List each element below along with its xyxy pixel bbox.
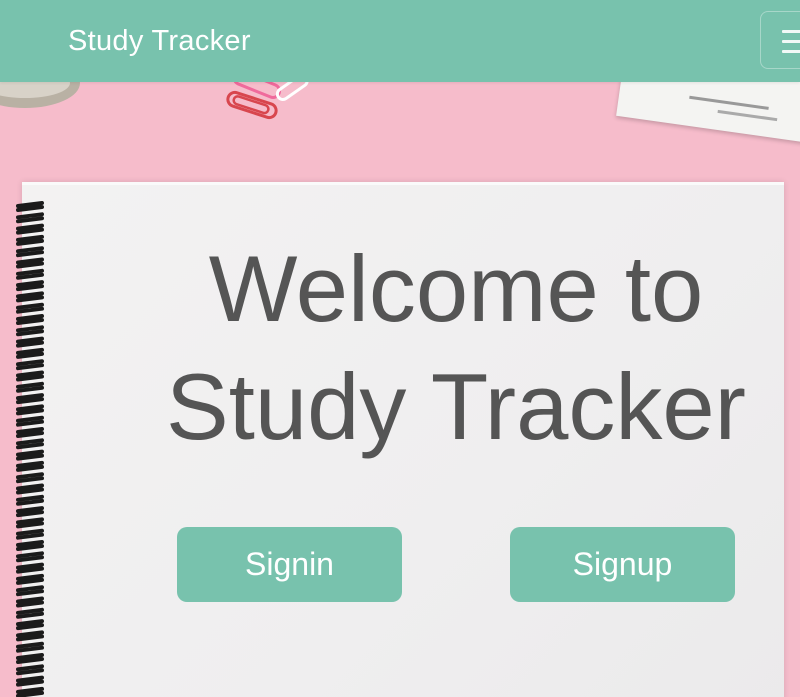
spiral-ring	[16, 381, 44, 393]
spiral-ring	[16, 415, 44, 427]
welcome-heading: Welcome to Study Tracker	[100, 230, 800, 466]
spiral-ring	[16, 551, 44, 563]
spiral-ring	[16, 291, 44, 303]
spiral-ring	[16, 573, 44, 585]
spiral-ring	[16, 234, 44, 246]
spiral-ring	[16, 528, 44, 540]
spiral-ring	[16, 370, 44, 382]
spiral-ring	[16, 223, 44, 235]
spiral-ring	[16, 494, 44, 506]
spiral-ring	[16, 653, 44, 664]
spiral-ring	[16, 268, 44, 280]
signin-button[interactable]: Signin	[177, 527, 402, 602]
spiral-ring	[16, 675, 44, 687]
spiral-ring	[16, 359, 44, 371]
hamburger-menu-icon	[782, 40, 800, 43]
hamburger-menu-icon	[782, 50, 800, 53]
spiral-ring	[16, 664, 44, 676]
spiral-ring	[16, 302, 44, 314]
spiral-ring	[16, 280, 44, 292]
welcome-heading-line-2: Study Tracker	[166, 354, 746, 459]
spiral-ring	[16, 325, 44, 337]
spiral-ring	[16, 641, 44, 653]
spiral-ring	[16, 347, 44, 359]
hamburger-menu-icon	[782, 30, 800, 33]
notebook-spiral-binding	[16, 201, 44, 697]
spiral-ring	[16, 596, 44, 608]
spiral-ring	[16, 336, 44, 348]
signup-button[interactable]: Signup	[510, 527, 735, 602]
spiral-ring	[16, 562, 44, 574]
spiral-ring	[16, 201, 44, 212]
spiral-ring	[16, 517, 44, 529]
spiral-ring	[16, 540, 44, 551]
spiral-ring	[16, 404, 44, 416]
spiral-ring	[16, 607, 44, 619]
spiral-ring	[16, 427, 44, 438]
welcome-heading-line-1: Welcome to	[208, 236, 704, 341]
top-navbar: Study Tracker	[0, 0, 800, 82]
spiral-ring	[16, 585, 44, 597]
spiral-ring	[16, 472, 44, 484]
spiral-ring	[16, 506, 44, 518]
spiral-ring	[16, 212, 44, 224]
brand-link[interactable]: Study Tracker	[68, 22, 251, 60]
spiral-ring	[16, 257, 44, 269]
spiral-ring	[16, 246, 44, 258]
menu-toggle-button[interactable]	[760, 11, 800, 69]
spiral-ring	[16, 483, 44, 495]
spiral-ring	[16, 314, 44, 325]
spiral-ring	[16, 619, 44, 631]
spiral-ring	[16, 686, 44, 697]
spiral-ring	[16, 630, 44, 642]
spiral-ring	[16, 393, 44, 405]
spiral-ring	[16, 449, 44, 461]
spiral-ring	[16, 460, 44, 472]
spiral-ring	[16, 438, 44, 450]
